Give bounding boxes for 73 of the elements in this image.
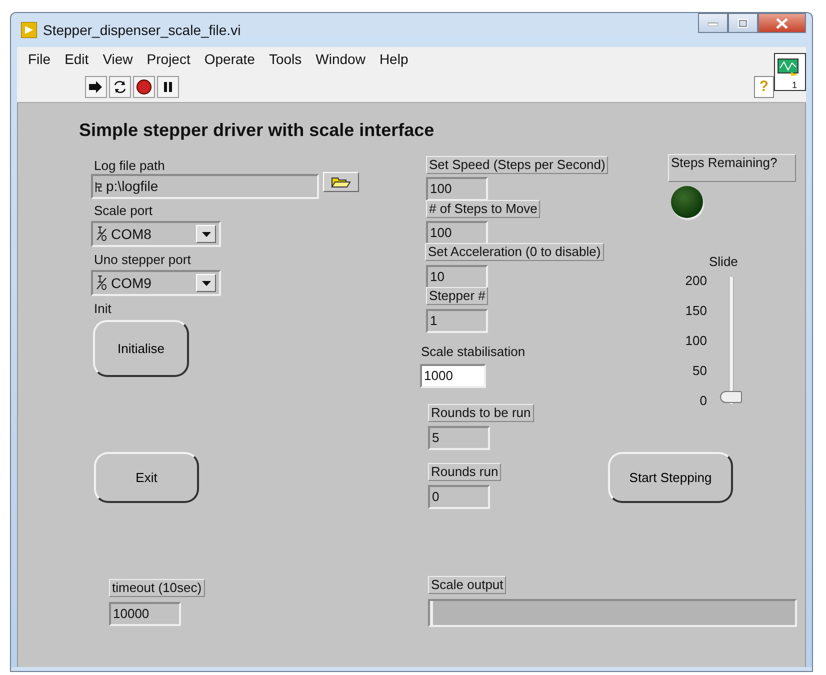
field-value: p:\logfile [106, 177, 158, 196]
scale-label: 0 [698, 392, 707, 410]
ring-control[interactable]: COM8 [91, 221, 221, 247]
maximize-icon [738, 18, 748, 28]
run-arrow-icon [88, 78, 104, 94]
numeric-field: 100 [426, 221, 488, 245]
control-label: Scale stabilisation [421, 343, 526, 361]
control-label: Init [94, 300, 112, 318]
run-button[interactable] [85, 76, 107, 98]
app-icon [21, 22, 37, 38]
push-button[interactable]: Initialise [93, 320, 189, 377]
numeric-field: 0 [428, 485, 490, 509]
maximize-button[interactable] [728, 13, 758, 33]
icon-number: 1 [790, 81, 798, 90]
menu-item[interactable]: Edit [58, 48, 96, 70]
menu-item[interactable]: Project [140, 48, 198, 70]
control-label: Stepper # [426, 287, 488, 305]
push-button[interactable]: Start Stepping [608, 452, 733, 503]
cycle-arrows-icon [112, 78, 128, 94]
push-button[interactable]: Exit [94, 452, 199, 503]
numeric-field[interactable]: 1000 [420, 364, 486, 388]
menu-item[interactable]: Help [372, 48, 416, 70]
io-icon [96, 275, 108, 291]
folder-icon [331, 176, 351, 188]
menu-item[interactable]: Tools [262, 48, 309, 70]
control-label: timeout (10sec) [109, 579, 205, 597]
control-label: Scale output [428, 576, 506, 594]
ring-value: COM9 [111, 274, 152, 292]
path-field[interactable]: p:\logfile [91, 174, 319, 199]
control-label: Log file path [94, 157, 165, 175]
numeric-field: 10 [426, 265, 488, 289]
stop-icon [136, 78, 152, 94]
numeric-field: 100 [426, 177, 488, 201]
control-label: Scale port [94, 202, 153, 220]
abort-button[interactable] [133, 76, 155, 98]
control-label: Rounds to be run [428, 404, 534, 422]
scale-label: 150 [684, 302, 707, 320]
scale-label: 100 [684, 332, 707, 350]
caret-icon [202, 232, 210, 236]
control-label: Uno stepper port [94, 251, 191, 269]
minimize-button[interactable] [698, 13, 728, 33]
scope-icon [777, 58, 799, 76]
panel-title: Simple stepper driver with scale interface [79, 119, 434, 142]
slider-thumb[interactable] [720, 391, 742, 403]
close-button[interactable] [758, 13, 806, 33]
control-label: Rounds run [428, 463, 502, 481]
ring-value: COM8 [111, 224, 152, 244]
dropdown-button[interactable] [196, 225, 216, 243]
run-continuously-button[interactable] [109, 76, 131, 98]
ring-control[interactable]: COM9 [91, 270, 221, 296]
control-label: Set Speed (Steps per Second) [426, 156, 608, 174]
caret-icon [202, 280, 210, 286]
pause-button[interactable] [157, 76, 179, 98]
menu-item[interactable]: View [96, 48, 140, 70]
browse-button[interactable] [323, 172, 359, 192]
control-label: # of Steps to Move [426, 200, 540, 218]
numeric-field: 10000 [109, 602, 181, 626]
numeric-field: 1 [426, 309, 488, 333]
numeric-field: 5 [428, 426, 490, 450]
scale-label: 50 [692, 362, 707, 380]
window-title: Stepper_dispenser_scale_file.vi [43, 20, 241, 40]
control-label: Set Acceleration (0 to disable) [425, 243, 604, 261]
menu-item[interactable]: File [21, 48, 58, 70]
io-icon [96, 226, 108, 242]
menu-item[interactable]: Window [308, 48, 372, 70]
dropdown-button[interactable] [196, 274, 216, 292]
menu-item[interactable]: Operate [197, 48, 262, 70]
control-label: Slide [709, 253, 738, 271]
control-label: Steps Remaining? [668, 154, 796, 182]
path-icon [95, 180, 103, 192]
close-icon [776, 18, 788, 28]
scale-label: 200 [684, 272, 707, 290]
minimize-icon [708, 20, 718, 26]
